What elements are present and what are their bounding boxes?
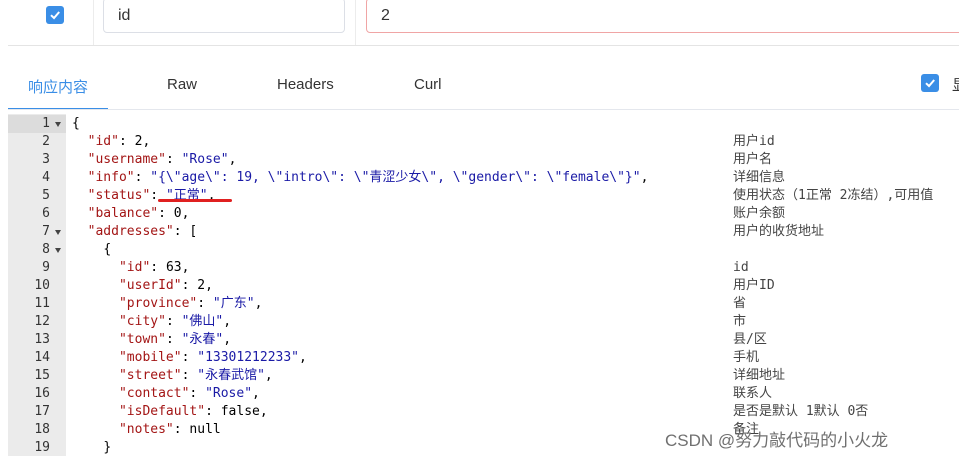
fold-toggle-icon[interactable]: [55, 230, 61, 235]
tab-headers[interactable]: Headers: [277, 76, 334, 93]
line-number: 8: [42, 242, 50, 257]
field-comment: 手机: [733, 350, 760, 365]
code-line: "isDefault": false,: [118, 404, 268, 419]
code-line: "contact": "Rose",: [118, 386, 260, 401]
line-number: 17: [34, 404, 50, 419]
field-comment: 用户的收货地址: [733, 224, 825, 239]
line-number: 4: [42, 170, 50, 185]
param-row: id 2: [0, 0, 959, 46]
line-number: 14: [34, 350, 50, 365]
code-line: {: [72, 116, 80, 131]
code-line: "town": "永春",: [118, 332, 232, 347]
tab-response-content[interactable]: 响应内容: [28, 76, 88, 97]
field-comment: 账户余额: [733, 206, 786, 221]
field-comment: 使用状态（1正常 2冻结）,可用值: [733, 188, 934, 203]
line-number: 6: [42, 206, 50, 221]
show-description-checkbox[interactable]: [921, 74, 939, 92]
code-line: "userId": 2,: [118, 278, 213, 293]
field-comment: 是否是默认 1默认 0否: [733, 404, 869, 419]
line-number: 2: [42, 134, 50, 149]
field-comment: 用户ID: [733, 278, 775, 293]
line-number: 12: [34, 314, 50, 329]
field-comment: 详细信息: [733, 170, 786, 185]
field-comment: 详细地址: [733, 368, 786, 383]
code-line: "street": "永春武馆",: [118, 368, 273, 383]
tab-curl[interactable]: Curl: [414, 76, 442, 93]
line-number: 3: [42, 152, 50, 167]
code-line: "username": "Rose",: [87, 152, 237, 167]
field-comment: 用户id: [733, 134, 775, 149]
field-comment: 市: [733, 314, 747, 329]
param-value-input[interactable]: 2: [366, 0, 959, 33]
watermark: CSDN @努力敲代码的小火龙: [665, 431, 889, 450]
code-line: "id": 63,: [118, 260, 190, 275]
response-tabs: 响应内容 Raw Headers Curl: [0, 62, 959, 110]
field-comment: 县/区: [733, 332, 767, 347]
status-value-highlight: [158, 199, 232, 202]
code-line: "notes": null: [118, 422, 221, 437]
line-number: 16: [34, 386, 50, 401]
line-number: 11: [34, 296, 50, 311]
line-number: 1: [42, 116, 50, 131]
field-comment: 省: [733, 296, 747, 311]
line-number: 18: [34, 422, 50, 437]
code-line: "city": "佛山",: [118, 314, 232, 329]
param-key-input[interactable]: id: [103, 0, 345, 33]
field-comment: id: [733, 260, 749, 275]
code-line: "status": "正常",: [87, 188, 216, 203]
code-line: "balance": 0,: [87, 206, 190, 221]
code-line: "addresses": [: [87, 224, 198, 239]
line-number: 5: [42, 188, 50, 203]
line-number: 13: [34, 332, 50, 347]
fold-toggle-icon[interactable]: [55, 248, 61, 253]
code-line: "info": "{\"age\": 19, \"intro\": \"青涩少女…: [87, 170, 649, 185]
checkmark-icon: [50, 11, 60, 20]
code-line: "id": 2,: [87, 134, 151, 149]
line-number: 19: [34, 440, 50, 455]
field-comment: 用户名: [733, 152, 773, 167]
fold-toggle-icon[interactable]: [55, 122, 61, 127]
line-number: 15: [34, 368, 50, 383]
field-comment: 联系人: [733, 386, 773, 401]
code-line: }: [103, 440, 112, 455]
show-description-label: 显: [952, 74, 959, 95]
line-number: 9: [42, 260, 50, 275]
code-line: "mobile": "13301212233",: [118, 350, 307, 365]
code-line: "province": "广东",: [118, 296, 263, 311]
tab-raw[interactable]: Raw: [167, 76, 197, 93]
code-line: {: [103, 242, 112, 257]
line-number-gutter: 1 2 3 4 5 6 7 8 9 10 11 12 13 14 15 16 1…: [8, 114, 66, 456]
line-number: 10: [34, 278, 50, 293]
param-enabled-checkbox[interactable]: [46, 6, 64, 24]
checkmark-icon: [925, 79, 935, 88]
line-number: 7: [42, 224, 50, 239]
